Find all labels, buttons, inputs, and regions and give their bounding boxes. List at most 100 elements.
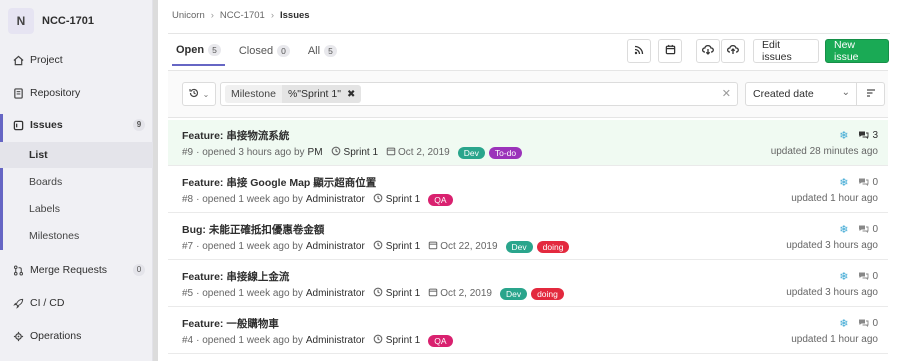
tab-closed[interactable]: Closed 0 [235,36,294,66]
remove-token-icon[interactable]: ✖ [347,89,355,100]
breadcrumb-item-issues[interactable]: Issues [280,10,310,21]
tab-count-badge: 5 [324,45,337,57]
assignee-icon[interactable]: ❄ [839,223,848,236]
filter-token-name[interactable]: Milestone [225,85,282,103]
filter-token-value[interactable]: %"Sprint 1" ✖ [281,85,362,103]
assignee-icon[interactable]: ❄ [839,176,848,189]
issue-milestone[interactable]: Sprint 1 [373,287,420,300]
sort-dropdown-label: Created date [753,88,814,100]
issue-milestone[interactable]: Sprint 1 [331,146,378,159]
issue-opened-text: · opened 1 week ago by [196,241,303,252]
issue-label-badge[interactable]: Dev [505,240,533,253]
issue-row[interactable]: Feature: 一般購物車 #4 · opened 1 week ago by… [168,308,888,354]
comment-icon [858,271,869,283]
breadcrumb-separator-icon: › [210,10,214,21]
sidebar-subitem-labels[interactable]: Labels [0,196,153,222]
cloud-upload-icon [727,44,739,58]
assignee-icon[interactable]: ❄ [839,270,848,283]
issue-due-date: Oct 2, 2019 [386,146,450,159]
issue-milestone-text: Sprint 1 [385,288,421,299]
filtered-search-input[interactable]: Milestone %"Sprint 1" ✖ ✕ [220,82,738,106]
issue-row[interactable]: Feature: 串接物流系統 #9 · opened 3 hours ago … [168,120,888,166]
issue-author[interactable]: Administrator [306,241,365,252]
issue-label-badge[interactable]: To-do [488,146,523,159]
sidebar-subitem-list[interactable]: List [0,142,153,168]
issue-row[interactable]: Feature: 串接線上金流 #5 · opened 1 week ago b… [168,261,888,307]
comment-icon [858,130,869,142]
issue-due-date: Oct 2, 2019 [428,287,492,300]
calendar-icon [665,44,676,58]
export-button[interactable] [696,39,720,63]
issue-title[interactable]: Feature: 一般購物車 [182,316,279,331]
recent-searches-button[interactable]: ⌄ [182,82,216,106]
sidebar-item-merge-requests[interactable]: Merge Requests 0 [0,259,153,281]
issue-meta: #5 · opened 1 week ago by Administrator … [182,287,564,300]
issue-title[interactable]: Bug: 未能正確抵扣優惠卷金額 [182,222,324,237]
sidebar-subitem-label: Labels [29,203,60,215]
sidebar-subitem-milestones[interactable]: Milestones [0,223,153,249]
sidebar-item-project[interactable]: Project [0,49,153,71]
issue-label-badge[interactable]: QA [428,193,453,206]
project-header[interactable]: N NCC-1701 [8,8,94,34]
tab-label: All [307,45,321,57]
issue-title[interactable]: Feature: 串接線上金流 [182,269,289,284]
sidebar-item-operations[interactable]: Operations [0,325,153,347]
clock-icon [373,287,383,300]
breadcrumb-item-group[interactable]: Unicorn [172,10,205,21]
assignee-icon[interactable]: ❄ [839,317,848,330]
clear-search-icon[interactable]: ✕ [722,87,731,100]
rss-icon [634,45,644,58]
issue-meta: #7 · opened 1 week ago by Administrator … [182,240,570,253]
sidebar-item-label: CI / CD [30,297,65,309]
issue-milestone[interactable]: Sprint 1 [373,193,420,206]
issue-milestone[interactable]: Sprint 1 [373,334,420,347]
issue-labels: QA [424,193,453,206]
issue-label-badge[interactable]: doing [536,240,570,253]
issue-milestone-text: Sprint 1 [385,335,421,346]
issue-label-badge[interactable]: QA [428,334,453,347]
sidebar-item-label: Issues [30,119,63,131]
issue-title[interactable]: Feature: 串接 Google Map 顯示超商位置 [182,175,376,190]
rocket-icon [12,297,24,309]
sort-direction-button[interactable] [857,82,885,106]
issue-label-badge[interactable]: Dev [457,146,485,159]
issue-label-badge[interactable]: Dev [499,287,528,300]
issue-label-badge[interactable]: doing [531,287,564,300]
tab-label: Open [176,44,205,56]
issue-row[interactable]: Bug: 未能正確抵扣優惠卷金額 #7 · opened 1 week ago … [168,214,888,260]
issue-comment-count: 0 [872,271,878,282]
tab-all[interactable]: All 5 [304,36,341,66]
sidebar-subitem-label: Boards [29,176,63,188]
issue-author[interactable]: Administrator [306,194,365,205]
issue-row[interactable]: Feature: 串接 Google Map 顯示超商位置 #8 · opene… [168,167,888,213]
clock-icon [373,334,383,347]
merge-requests-count-badge: 0 [133,264,145,276]
assignee-icon[interactable]: ❄ [839,129,848,142]
sidebar-item-repository[interactable]: Repository [0,82,153,104]
import-button[interactable] [721,39,745,63]
issue-ref: #9 [182,147,194,158]
issue-milestone[interactable]: Sprint 1 [373,240,420,253]
issue-updated-text: updated 1 hour ago [791,334,878,345]
issue-author[interactable]: PM [308,147,323,158]
new-issue-button[interactable]: New issue [825,39,889,63]
issue-title[interactable]: Feature: 串接物流系統 [182,128,289,143]
issue-stats: ❄ 0 [839,223,878,236]
sidebar-item-ci-cd[interactable]: CI / CD [0,292,153,314]
issue-author[interactable]: Administrator [306,335,365,346]
repository-icon [12,87,24,99]
issue-author[interactable]: Administrator [306,288,365,299]
sort-dropdown[interactable]: Created date ⌄ [745,82,857,106]
sidebar-subitem-boards[interactable]: Boards [0,169,153,195]
rss-button[interactable] [627,39,651,63]
calendar-button[interactable] [658,39,682,63]
history-icon [189,88,199,101]
edit-issues-button[interactable]: Edit issues [753,39,819,63]
tab-count-badge: 0 [277,45,290,57]
issue-opened-text: · opened 1 week ago by [196,288,303,299]
breadcrumb-item-project[interactable]: NCC-1701 [220,10,265,21]
issue-state-tabs: Open 5 Closed 0 All 5 [172,36,351,66]
sidebar-item-issues[interactable]: Issues 9 [0,114,153,136]
tab-open[interactable]: Open 5 [172,36,225,66]
calendar-icon [428,287,438,300]
